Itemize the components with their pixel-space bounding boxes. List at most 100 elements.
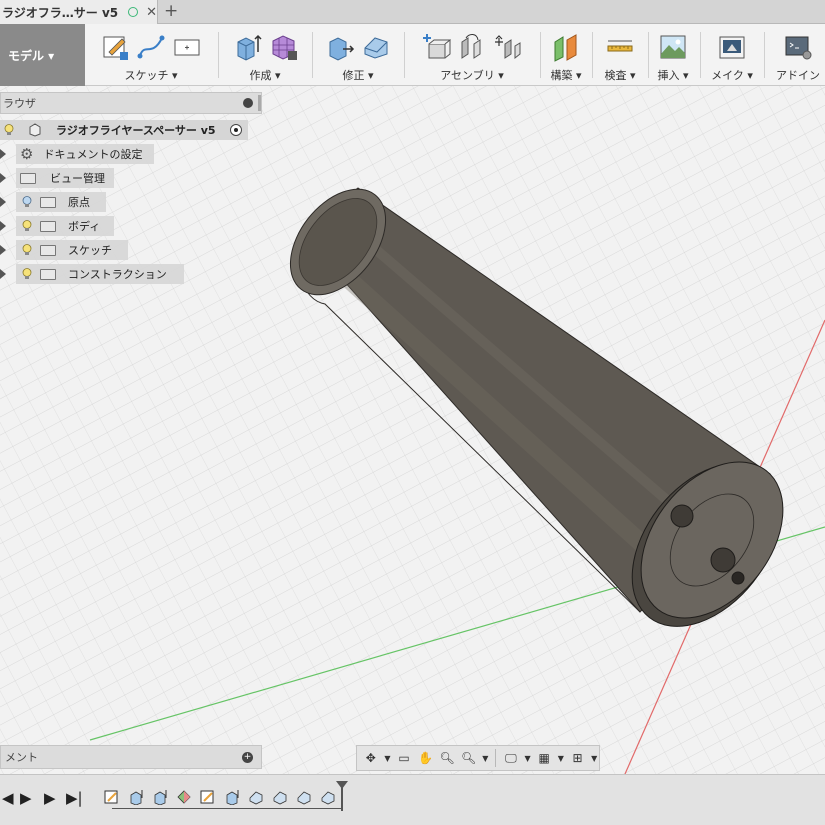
create-group[interactable]: 作成 ▾ (222, 24, 308, 86)
browser-item-sketches[interactable]: スケッチ (0, 240, 128, 260)
browser-item-document-settings[interactable]: ⚙ ドキュメントの設定 (0, 144, 154, 164)
pan-hand-icon[interactable]: ✋ (416, 748, 436, 768)
fillet-icon[interactable] (361, 32, 391, 62)
make-menu-label[interactable]: メイク ▾ (704, 67, 760, 83)
browser-item-named-views[interactable]: ビュー管理 (0, 168, 114, 188)
construct-group[interactable]: 構築 ▾ (544, 24, 588, 86)
timeline-marker[interactable] (336, 781, 348, 811)
assemble-group[interactable]: アセンブリ ▾ (408, 24, 536, 86)
timeline-fillet-icon[interactable] (296, 789, 312, 805)
insert-menu-label[interactable]: 挿入 ▾ (652, 67, 694, 83)
make-group[interactable]: メイク ▾ (704, 24, 760, 86)
step-back-icon[interactable]: ◀ (2, 789, 14, 807)
look-at-icon[interactable]: ▭ (394, 748, 414, 768)
extrude-icon[interactable] (232, 32, 262, 62)
nav-divider (495, 749, 497, 767)
chevron-down-icon[interactable]: ▼ (589, 748, 599, 768)
addins-group[interactable]: アドイン (768, 24, 825, 86)
chevron-down-icon[interactable]: ▼ (523, 748, 533, 768)
insert-canvas-icon[interactable] (658, 32, 688, 62)
timeline-appearance-icon[interactable] (176, 789, 192, 805)
addins-menu-label[interactable]: アドイン (768, 67, 825, 83)
timeline-fillet-icon[interactable] (272, 789, 288, 805)
scripts-icon[interactable] (783, 32, 813, 62)
toolbar-divider (404, 32, 405, 78)
joint-icon[interactable] (457, 32, 487, 62)
visibility-bulb-icon[interactable] (4, 124, 14, 136)
create-menu-label[interactable]: 作成 ▾ (222, 67, 308, 83)
visibility-bulb-icon[interactable] (22, 244, 32, 256)
toolbar-divider (312, 32, 313, 78)
go-to-end-icon[interactable]: ▶| (66, 789, 83, 807)
expand-caret-icon[interactable] (0, 269, 6, 279)
close-tab-icon[interactable]: ✕ (146, 5, 157, 20)
timeline-fillet-icon[interactable] (248, 789, 264, 805)
document-tab-bar: ラジオフラ…サー v5 ✕ + (0, 0, 825, 24)
inspect-group[interactable]: 検査 ▾ (596, 24, 644, 86)
add-comment-icon[interactable]: + (242, 752, 253, 763)
modify-menu-label[interactable]: 修正 ▾ (316, 67, 400, 83)
browser-item-construction[interactable]: コンストラクション (0, 264, 184, 284)
model-canvas[interactable] (0, 86, 825, 774)
component-icon (29, 123, 41, 137)
insert-group[interactable]: 挿入 ▾ (652, 24, 694, 86)
folder-icon (40, 244, 56, 256)
chevron-down-icon[interactable]: ▼ (383, 748, 393, 768)
panel-resize-handle[interactable] (258, 95, 261, 111)
browser-root-node[interactable]: ラジオフライヤースペーサー v5 (0, 120, 248, 140)
orbit-icon[interactable]: ✥ (361, 748, 381, 768)
browser-item-origin[interactable]: 原点 (0, 192, 106, 212)
visibility-bulb-icon[interactable] (22, 268, 32, 280)
timeline-sketch-icon[interactable] (104, 789, 120, 805)
chevron-down-icon[interactable]: ▼ (556, 748, 566, 768)
visibility-bulb-icon[interactable] (22, 196, 32, 208)
timeline-sketch-icon[interactable] (200, 789, 216, 805)
timeline-extrude-icon[interactable] (128, 789, 144, 805)
expand-caret-icon[interactable] (0, 221, 6, 231)
new-component-icon[interactable] (421, 32, 451, 62)
form-icon[interactable] (268, 32, 298, 62)
zoom-icon[interactable]: 🔍︎ (437, 748, 457, 768)
offset-plane-icon[interactable] (551, 32, 581, 62)
expand-caret-icon[interactable] (0, 173, 6, 183)
new-tab-icon[interactable]: + (164, 1, 178, 21)
grid-settings-icon[interactable]: ▦ (534, 748, 554, 768)
chevron-down-icon[interactable]: ▼ (480, 748, 490, 768)
timeline-bar: ◀ ▶ ▶ ▶| (0, 774, 825, 825)
sketch-menu-label[interactable]: スケッチ ▾ (88, 67, 214, 83)
expand-caret-icon[interactable] (0, 149, 6, 159)
timeline-fillet-icon[interactable] (320, 789, 336, 805)
document-tab[interactable]: ラジオフラ…サー v5 ✕ (0, 0, 158, 24)
3d-print-icon[interactable] (717, 32, 747, 62)
center-rectangle-icon[interactable] (172, 32, 202, 62)
visibility-bulb-icon[interactable] (22, 220, 32, 232)
canvas-viewport[interactable] (0, 86, 825, 774)
assemble-menu-label[interactable]: アセンブリ ▾ (408, 67, 536, 83)
browser-collapse-icon[interactable] (243, 98, 253, 108)
expand-caret-icon[interactable] (0, 245, 6, 255)
workspace-switcher[interactable]: モデル ▾ (0, 24, 85, 86)
step-forward-icon[interactable]: ▶ (44, 789, 56, 807)
measure-icon[interactable] (605, 32, 635, 62)
toolbar-divider (648, 32, 649, 78)
expand-caret-icon[interactable] (0, 197, 6, 207)
viewports-icon[interactable]: ⊞ (568, 748, 588, 768)
activate-radio[interactable] (230, 124, 242, 136)
modify-group[interactable]: 修正 ▾ (316, 24, 400, 86)
construct-menu-label[interactable]: 構築 ▾ (544, 67, 588, 83)
browser-panel-header[interactable]: ラウザ (0, 92, 262, 114)
timeline-extrude-icon[interactable] (152, 789, 168, 805)
sketch-group[interactable]: スケッチ ▾ (88, 24, 214, 86)
inspect-menu-label[interactable]: 検査 ▾ (596, 67, 644, 83)
comments-panel-header[interactable]: メント + (0, 745, 262, 769)
as-built-joint-icon[interactable] (493, 32, 523, 62)
press-pull-icon[interactable] (325, 32, 355, 62)
play-icon[interactable]: ▶ (20, 789, 32, 807)
spline-icon[interactable] (136, 32, 166, 62)
create-sketch-icon[interactable] (100, 32, 130, 62)
display-settings-icon[interactable]: 🖵 (501, 748, 521, 768)
timeline-extrude-icon[interactable] (224, 789, 240, 805)
fit-icon[interactable]: 🔍︎ (459, 748, 479, 768)
browser-item-bodies[interactable]: ボディ (0, 216, 114, 236)
folder-icon (40, 196, 56, 208)
